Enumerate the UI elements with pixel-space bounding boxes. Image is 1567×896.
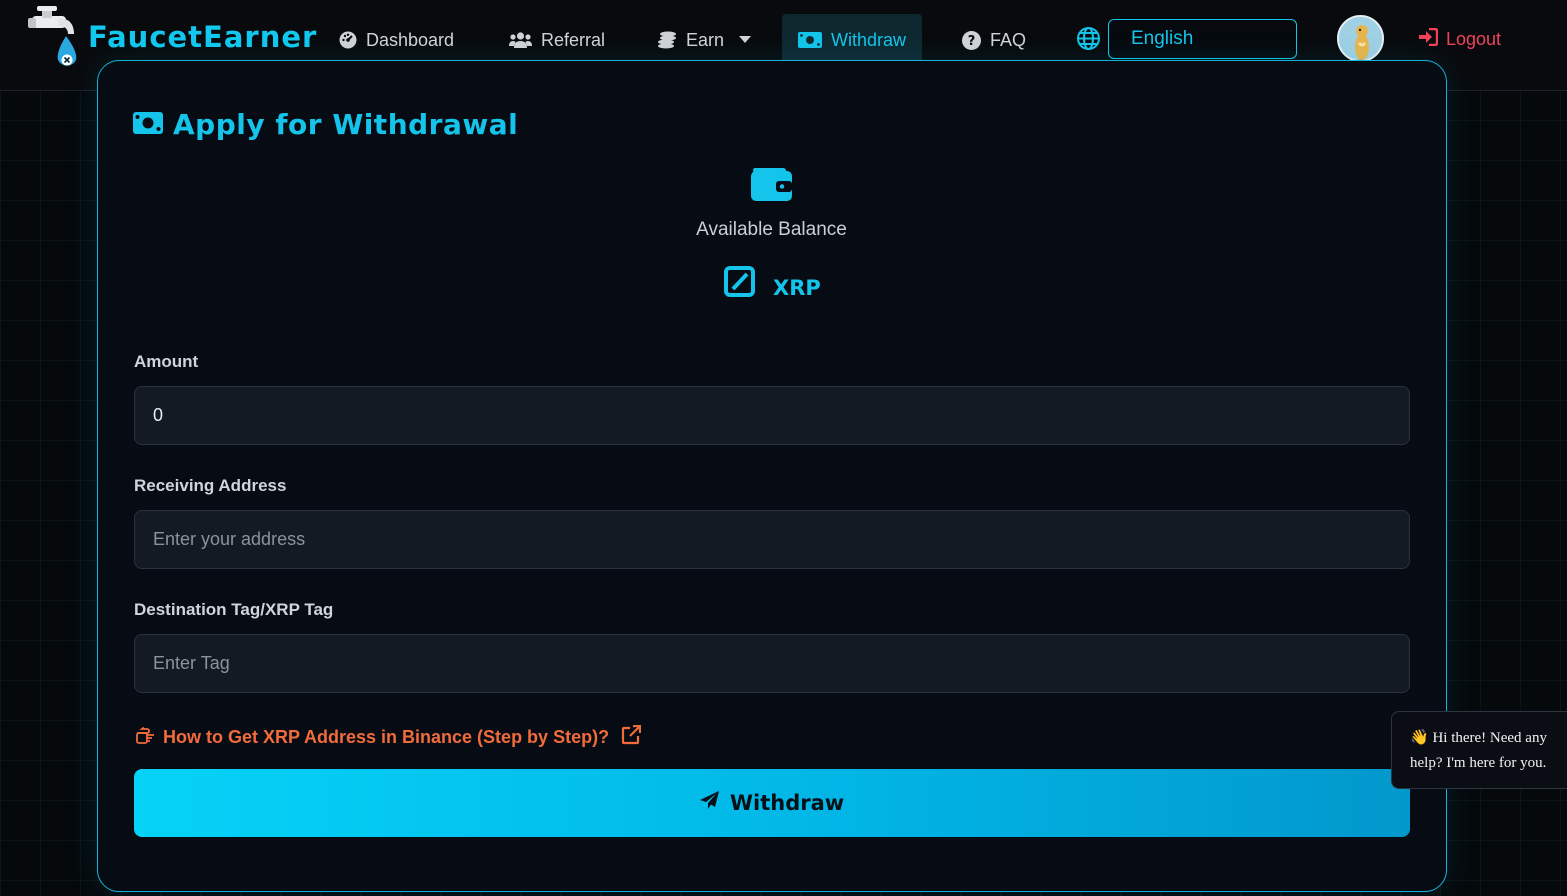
chat-popup[interactable]: 👋 Hi there! Need any help? I'm here for … <box>1391 711 1567 789</box>
nav-label: Earn <box>686 29 725 50</box>
globe-icon <box>1077 27 1100 55</box>
language-select[interactable]: English <box>1108 19 1297 59</box>
users-icon <box>509 31 532 49</box>
binance-help-link[interactable]: How to Get XRP Address in Binance (Step … <box>136 724 642 750</box>
external-link-icon <box>621 724 642 750</box>
brand-name[interactable]: FaucetEarner <box>88 20 317 54</box>
nav-dashboard[interactable]: Dashboard <box>339 14 454 66</box>
nav-referral[interactable]: Referral <box>509 14 605 66</box>
faucet-logo-icon[interactable] <box>28 6 88 76</box>
nav-label: Dashboard <box>366 29 455 50</box>
nav-label: Referral <box>541 29 606 50</box>
available-balance-label: Available Balance <box>696 219 847 240</box>
chat-line-1-text: Hi there! Need any <box>1432 730 1547 746</box>
page-title: Apply for Withdrawal <box>133 108 518 141</box>
destination-tag-label: Destination Tag/XRP Tag <box>134 600 334 619</box>
avatar[interactable] <box>1337 15 1384 62</box>
logout-button[interactable]: Logout <box>1418 27 1502 51</box>
sign-out-icon <box>1418 27 1439 51</box>
coins-icon <box>657 31 677 49</box>
gauge-icon <box>339 31 357 49</box>
hand-point-right-icon <box>136 726 155 749</box>
nav-earn-dropdown[interactable]: Earn <box>657 14 752 66</box>
waving-hand-icon: 👋 <box>1410 730 1429 746</box>
paper-plane-icon <box>699 791 720 815</box>
help-link-text: How to Get XRP Address in Binance (Step … <box>163 727 610 747</box>
destination-tag-input[interactable]: Enter Tag <box>134 634 1410 693</box>
coin-name: XRP <box>773 276 821 300</box>
money-bill-icon <box>798 32 822 48</box>
coin-display: XRP <box>724 266 821 302</box>
receiving-address-label: Receiving Address <box>134 476 287 495</box>
page-title-text: Apply for Withdrawal <box>173 108 519 141</box>
money-bill-icon <box>133 108 163 141</box>
xrp-coin-icon <box>724 266 755 302</box>
caret-down-icon <box>739 36 752 44</box>
wallet-icon <box>750 165 793 207</box>
svg-text:?: ? <box>968 34 976 49</box>
withdraw-button[interactable]: Withdraw <box>134 769 1410 837</box>
withdraw-button-label: Withdraw <box>729 791 845 815</box>
chat-line-1: 👋 Hi there! Need any <box>1410 726 1567 751</box>
nav-label: FAQ <box>990 29 1027 50</box>
receiving-address-input[interactable]: Enter your address <box>134 510 1410 569</box>
logout-label: Logout <box>1446 29 1502 49</box>
nav-faq[interactable]: ? FAQ <box>962 14 1026 66</box>
question-circle-icon: ? <box>962 30 981 50</box>
amount-input[interactable]: 0 <box>134 386 1410 445</box>
nav-label: Withdraw <box>831 29 907 50</box>
amount-label: Amount <box>134 352 199 371</box>
chat-line-2: help? I'm here for you. <box>1410 755 1547 771</box>
